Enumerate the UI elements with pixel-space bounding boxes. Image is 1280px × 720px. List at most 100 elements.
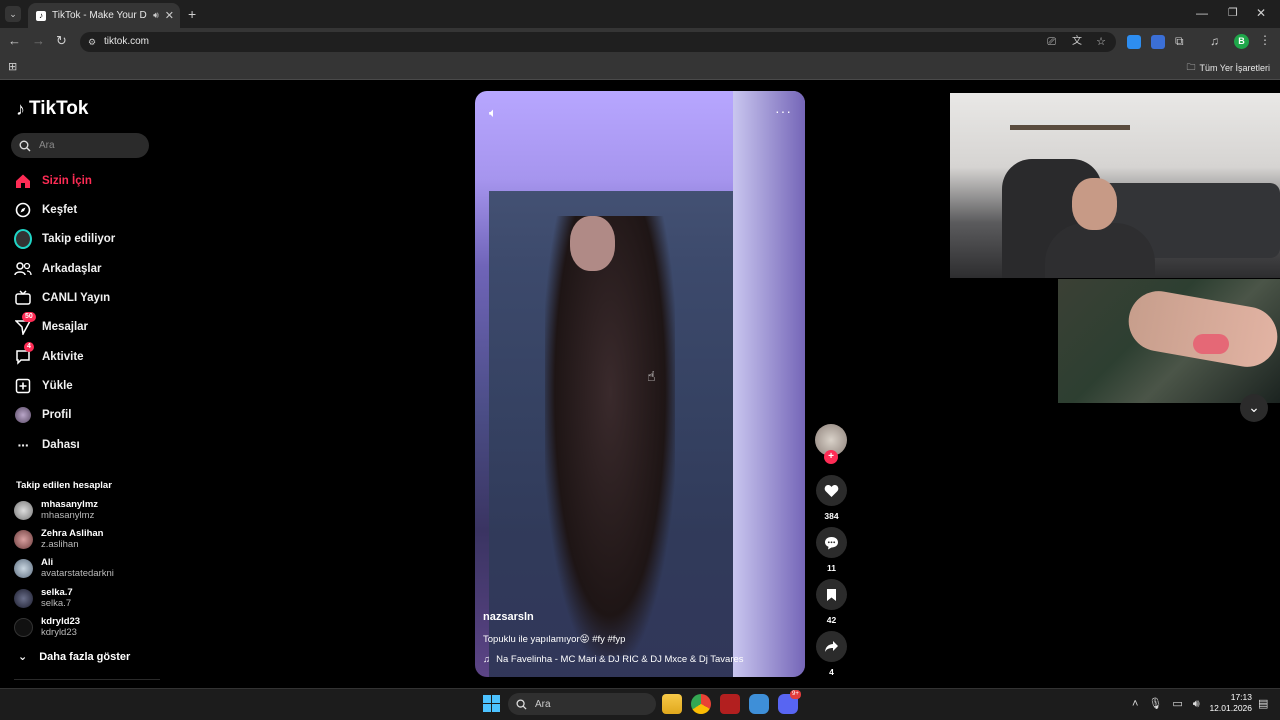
tab-search-button[interactable]: ⌄: [5, 6, 21, 22]
avatar: [14, 617, 33, 637]
show-more-button[interactable]: ⌄ Daha fazla göster: [18, 650, 130, 664]
video-player[interactable]: 🔈︎ ··· nazsarsln Topuklu ile yapılamıyor…: [475, 91, 805, 677]
share-button[interactable]: [816, 631, 847, 662]
clock-date: 12.01.2026: [1209, 703, 1252, 713]
extensions-puzzle-icon[interactable]: ⧉: [1175, 34, 1184, 49]
follow-plus-icon[interactable]: +: [824, 450, 838, 464]
forward-button[interactable]: →: [32, 33, 45, 48]
bookmark-star-icon[interactable]: ☆: [1096, 32, 1106, 52]
logo-text: TikTok: [29, 98, 89, 119]
share-arrow-icon: [825, 641, 838, 652]
account-handle: mhasanylmz: [41, 510, 95, 521]
sidebar-divider: [14, 679, 160, 680]
video-frame-face: [570, 216, 615, 271]
tiktok-logo[interactable]: ♪ TikTok: [16, 98, 88, 120]
tiktok-favicon-icon: ♪: [36, 10, 46, 21]
nav-label: CANLI Yayın: [42, 292, 111, 304]
search-placeholder: Ara: [39, 140, 55, 151]
video-caption: Topuklu ile yapılamıyor😝 #fy #fyp: [483, 634, 626, 645]
url-field[interactable]: ⚙ tiktok.com ⎚ 文 ☆: [80, 32, 1116, 52]
volume-icon[interactable]: 🔈︎: [489, 105, 497, 121]
music-title: Na Favelinha - MC Mari & DJ RIC & DJ Mxc…: [496, 654, 744, 665]
cam-shelf: [1010, 125, 1130, 130]
home-icon: [14, 172, 32, 190]
account-name: Ali: [41, 557, 54, 568]
nav-friends[interactable]: Arkadaşlar: [14, 258, 154, 280]
heart-icon: [824, 484, 839, 497]
account-name: kdryld23: [41, 616, 81, 627]
search-input[interactable]: Ara: [11, 133, 149, 158]
tab-close-icon[interactable]: ✕: [165, 9, 174, 22]
save-button[interactable]: [816, 579, 847, 610]
account-name: mhasanylmz: [41, 499, 99, 510]
reload-button[interactable]: ↻: [56, 33, 67, 49]
nav-activity[interactable]: 4 Aktivite: [14, 342, 154, 368]
hand-cursor-icon: ☝: [647, 368, 656, 384]
video-music[interactable]: ♫ Na Favelinha - MC Mari & DJ RIC & DJ M…: [483, 654, 744, 665]
avatar: [14, 529, 33, 549]
system-tray-icons[interactable]: ˄🎙︎▭🔊︎: [1132, 697, 1210, 711]
chrome-icon[interactable]: [691, 694, 711, 714]
cam-streamer-head: [1072, 178, 1117, 230]
video-more-options-icon[interactable]: ···: [775, 103, 792, 119]
cast-icon[interactable]: ⎚: [1047, 32, 1056, 52]
comment-button[interactable]: [816, 527, 847, 558]
nav-explore[interactable]: Keşfet: [14, 199, 154, 221]
apps-grid-icon[interactable]: ⊞: [8, 60, 17, 73]
cam-mouse: [1193, 334, 1229, 354]
notification-icon[interactable]: ▤: [1258, 697, 1268, 710]
browser-tab[interactable]: ♪ TikTok - Make Your Day 🔊︎ ✕: [28, 3, 180, 28]
nav-label: Keşfet: [42, 204, 78, 216]
followed-account[interactable]: selka.7 selka.7: [14, 585, 154, 611]
nav-profile[interactable]: Profil: [14, 404, 154, 426]
share-count: 4: [829, 667, 834, 677]
nav-for-you[interactable]: Sizin İçin: [14, 170, 154, 192]
discord-icon[interactable]: 9+: [778, 690, 801, 714]
tab-audio-icon[interactable]: 🔊︎: [153, 10, 159, 21]
windows-start-icon[interactable]: [483, 695, 500, 712]
nav-messages[interactable]: 50 Mesajlar: [14, 312, 154, 338]
video-frame-wall: [733, 91, 805, 677]
restore-button[interactable]: ❐: [1228, 6, 1238, 19]
followed-account[interactable]: kdryld23 kdryld23: [14, 614, 154, 640]
site-info-icon[interactable]: ⚙: [88, 32, 96, 52]
bookmarks-bar: [0, 56, 1280, 80]
tab-title: TikTok - Make Your Day: [52, 10, 148, 21]
translate-icon[interactable]: 文: [1072, 32, 1082, 52]
following-icon: [14, 229, 32, 249]
followed-account[interactable]: mhasanylmz mhasanylmz: [14, 497, 154, 523]
nav-label: Yükle: [42, 380, 73, 392]
video-author[interactable]: nazsarsln: [483, 611, 534, 623]
profile-avatar[interactable]: B: [1234, 34, 1249, 49]
taskbar-clock[interactable]: 17:13 12.01.2026: [1208, 692, 1252, 714]
extension-calendar-icon[interactable]: [1151, 35, 1165, 49]
account-handle: z.aslihan: [41, 539, 79, 550]
nav-upload[interactable]: Yükle: [14, 375, 154, 397]
nav-following[interactable]: Takip ediliyor: [14, 228, 154, 250]
followed-account[interactable]: Ali avatarstatedarkni: [14, 555, 154, 581]
app-icon-red[interactable]: [720, 694, 740, 714]
url-text: tiktok.com: [104, 36, 150, 47]
taskbar-search[interactable]: Ara: [508, 693, 656, 715]
nav-more[interactable]: ··· Dahası: [14, 434, 154, 456]
new-tab-button[interactable]: +: [188, 6, 196, 22]
cam-arm: [1123, 286, 1280, 372]
file-explorer-icon[interactable]: [662, 694, 682, 714]
tiktok-note-icon: ♪: [16, 98, 25, 119]
back-button[interactable]: ←: [8, 33, 21, 48]
followed-account[interactable]: Zehra Aslihan z.aslihan: [14, 526, 154, 552]
extension-icon[interactable]: [1127, 35, 1141, 49]
browser-menu-icon[interactable]: ⋮: [1259, 33, 1271, 47]
nav-live[interactable]: CANLI Yayın: [14, 287, 154, 309]
minimize-button[interactable]: —: [1196, 6, 1208, 20]
music-note-icon: ♫: [483, 654, 491, 665]
avatar: [14, 558, 33, 578]
app-icon-network[interactable]: [749, 694, 769, 714]
nav-label: Aktivite: [42, 351, 84, 363]
all-bookmarks-folder[interactable]: 🗀 Tüm Yer İşaretleri: [1186, 60, 1270, 76]
media-controls-icon[interactable]: ♫: [1210, 34, 1219, 48]
like-button[interactable]: [816, 475, 847, 506]
search-icon: [516, 698, 527, 710]
next-video-button[interactable]: ⌄: [1240, 394, 1268, 422]
close-window-button[interactable]: ✕: [1256, 6, 1266, 20]
